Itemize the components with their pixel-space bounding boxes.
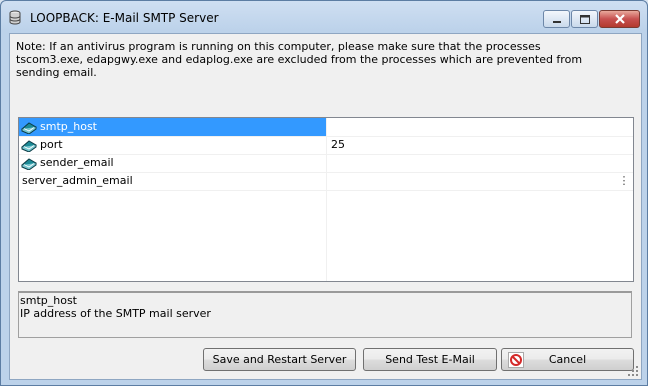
title-bar[interactable]: LOOPBACK: E-Mail SMTP Server: [1, 1, 647, 33]
property-grid[interactable]: smtp_host port 25 sender_email server_ad…: [18, 117, 634, 282]
property-name-cell[interactable]: port: [19, 136, 326, 154]
property-name-cell[interactable]: server_admin_email: [19, 172, 326, 190]
close-button[interactable]: [599, 10, 640, 28]
property-name: sender_email: [40, 156, 114, 169]
property-row-server-admin-email[interactable]: server_admin_email ⋮: [19, 172, 633, 191]
property-value: 25: [331, 138, 345, 151]
property-value-cell[interactable]: ⋮: [326, 172, 634, 190]
property-row-port[interactable]: port 25: [19, 136, 633, 155]
property-name-cell[interactable]: sender_email: [19, 154, 326, 172]
property-row-sender-email[interactable]: sender_email: [19, 154, 633, 173]
note-line-3: sending email.: [16, 66, 97, 79]
book-icon: [21, 158, 37, 170]
property-description-panel: smtp_host IP address of the SMTP mail se…: [18, 291, 632, 338]
dialog-window: LOOPBACK: E-Mail SMTP Server Note: If an…: [0, 0, 648, 386]
book-icon: [21, 122, 37, 134]
cancel-label: Cancel: [548, 353, 587, 366]
property-name: server_admin_email: [22, 174, 133, 187]
property-row-smtp-host[interactable]: smtp_host: [19, 118, 633, 137]
minimize-button[interactable]: [543, 10, 570, 28]
description-text: IP address of the SMTP mail server: [20, 307, 211, 320]
save-restart-button[interactable]: Save and Restart Server: [203, 348, 356, 371]
send-test-email-button[interactable]: Send Test E-Mail: [363, 348, 497, 371]
property-name: smtp_host: [40, 120, 97, 133]
cancel-icon: [508, 352, 524, 368]
property-name: port: [40, 138, 63, 151]
maximize-button[interactable]: [571, 10, 598, 28]
note-line-1: Note: If an antivirus program is running…: [16, 40, 541, 53]
database-icon: [9, 10, 21, 25]
maximize-icon: [580, 15, 590, 24]
note-line-2: tscom3.exe, edapgwy.exe and edaplog.exe …: [16, 53, 583, 66]
dialog-content: Note: If an antivirus program is running…: [9, 33, 642, 380]
property-value-cell[interactable]: 25: [326, 136, 634, 154]
property-value-cell[interactable]: [326, 154, 634, 172]
more-options-icon[interactable]: ⋮: [618, 173, 630, 188]
antivirus-note: Note: If an antivirus program is running…: [16, 40, 616, 79]
close-icon: [615, 14, 625, 24]
property-name-cell[interactable]: smtp_host: [19, 118, 326, 136]
description-title: smtp_host: [20, 294, 77, 307]
minimize-icon: [553, 21, 561, 23]
property-value-cell[interactable]: [326, 118, 634, 136]
cancel-button[interactable]: Cancel: [501, 348, 634, 371]
window-title: LOOPBACK: E-Mail SMTP Server: [30, 11, 219, 25]
resize-grip-icon[interactable]: [627, 365, 639, 377]
book-icon: [21, 140, 37, 152]
